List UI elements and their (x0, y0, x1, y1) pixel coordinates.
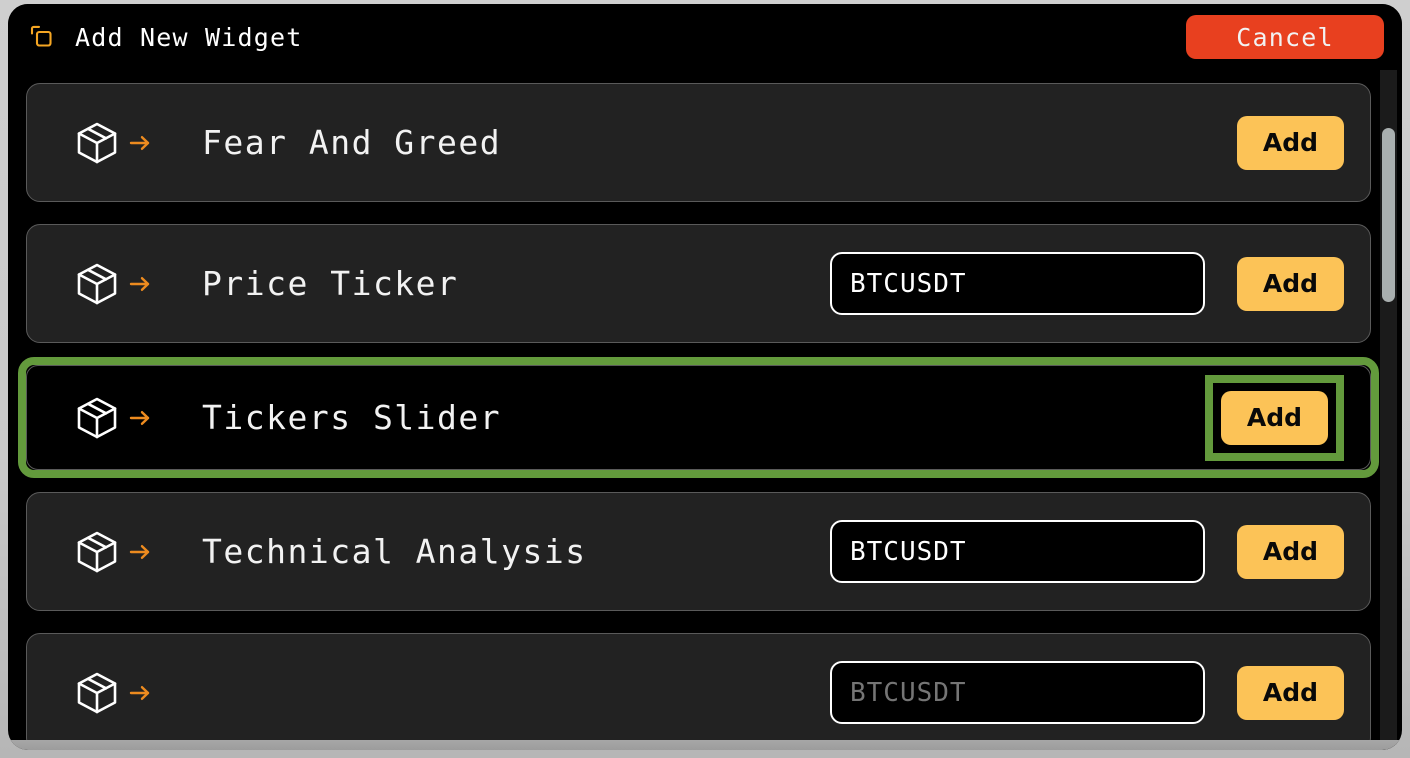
symbol-input[interactable] (830, 661, 1205, 724)
add-button[interactable]: Add (1237, 256, 1344, 311)
arrow-right-icon (127, 271, 153, 297)
widget-row: Add (26, 633, 1371, 750)
widget-row: Price Ticker Add (26, 224, 1371, 343)
widget-row-card[interactable]: Technical Analysis Add (26, 492, 1371, 611)
widget-row-highlighted: Tickers Slider Add (18, 357, 1379, 478)
add-button-highlight-box: Add (1205, 374, 1344, 461)
widget-name-label: Price Ticker (202, 264, 459, 303)
add-button[interactable]: Add (1237, 665, 1344, 720)
widget-row: Technical Analysis Add (26, 492, 1371, 611)
arrow-right-icon (127, 130, 153, 156)
add-widget-modal: Crypto NewsAddFear And GreedAddPrice Tic… (8, 4, 1402, 750)
widget-row-card[interactable]: Price Ticker Add (26, 224, 1371, 343)
widget-row-card[interactable]: Fear And Greed Add (26, 83, 1371, 202)
scrollbar-track[interactable] (1380, 62, 1397, 750)
widget-icon-group (73, 260, 153, 308)
package-icon (73, 528, 121, 576)
widget-icon-group (73, 119, 153, 167)
package-icon (73, 260, 121, 308)
package-icon (73, 394, 121, 442)
widget-name-label: Tickers Slider (202, 398, 502, 437)
widget-icon-group (73, 528, 153, 576)
arrow-right-icon (127, 405, 153, 431)
symbol-input[interactable] (830, 252, 1205, 315)
cancel-button[interactable]: Cancel (1186, 15, 1384, 59)
modal-header: Add New Widget Cancel (8, 4, 1402, 70)
widget-row-card[interactable]: Tickers Slider Add (26, 365, 1371, 470)
copy-icon (28, 23, 56, 51)
page-title: Add New Widget (75, 22, 303, 52)
widget-name-label: Technical Analysis (202, 532, 587, 571)
add-button[interactable]: Add (1221, 390, 1328, 445)
symbol-input[interactable] (830, 520, 1205, 583)
widget-icon-group (73, 669, 153, 717)
widget-list: Crypto NewsAddFear And GreedAddPrice Tic… (18, 4, 1379, 750)
package-icon (73, 119, 121, 167)
widget-name-label: Fear And Greed (202, 123, 502, 162)
arrow-right-icon (127, 539, 153, 565)
scrollbar-thumb[interactable] (1382, 128, 1395, 302)
widget-row: Fear And Greed Add (26, 83, 1371, 202)
widget-row-card[interactable]: Add (26, 633, 1371, 750)
arrow-right-icon (127, 680, 153, 706)
package-icon (73, 669, 121, 717)
widget-icon-group (73, 394, 153, 442)
page-bottom-edge (8, 740, 1402, 750)
widget-list-scroll-area[interactable]: Crypto NewsAddFear And GreedAddPrice Tic… (8, 4, 1402, 750)
add-button[interactable]: Add (1237, 115, 1344, 170)
add-button[interactable]: Add (1237, 524, 1344, 579)
